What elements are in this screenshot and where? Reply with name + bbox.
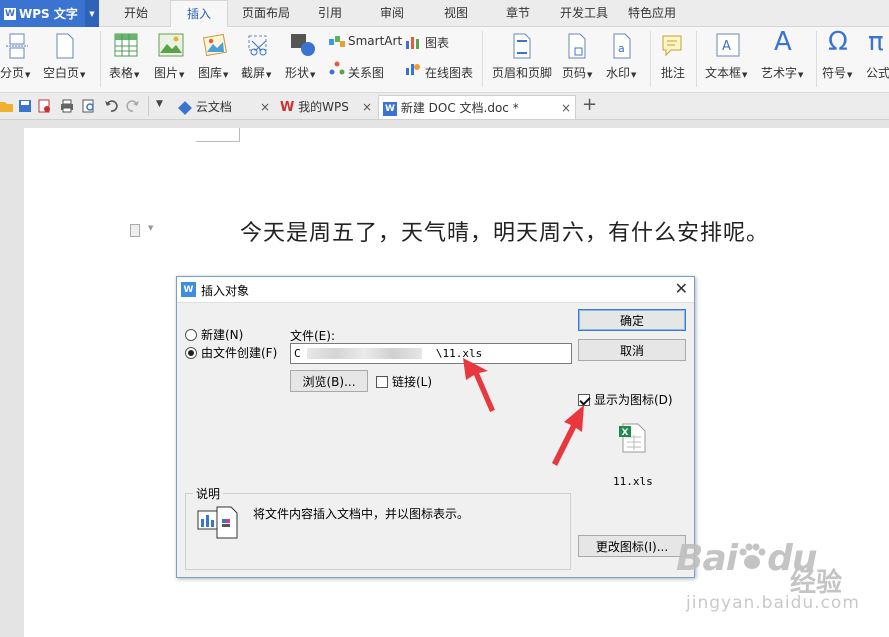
watermark-url: jingyan.baidu.com (686, 593, 860, 613)
red-arrow-file-path (463, 358, 495, 412)
red-arrow-display-icon (552, 405, 584, 466)
paw-logo-icon (739, 543, 766, 569)
watermark-text-bai: Bai (676, 538, 738, 579)
